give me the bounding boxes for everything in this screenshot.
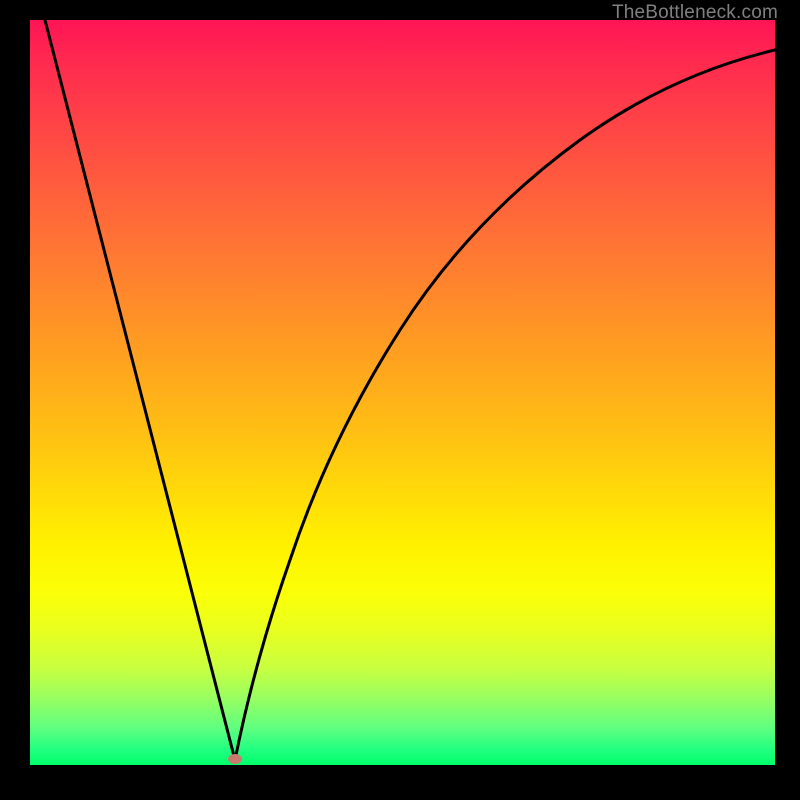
minimum-marker xyxy=(228,754,242,764)
plot-area xyxy=(30,20,775,765)
curve-layer xyxy=(30,20,775,765)
chart-container: TheBottleneck.com xyxy=(0,0,800,800)
watermark-text: TheBottleneck.com xyxy=(612,2,778,24)
curve-left-branch xyxy=(45,20,235,760)
curve-right-branch xyxy=(235,50,775,760)
